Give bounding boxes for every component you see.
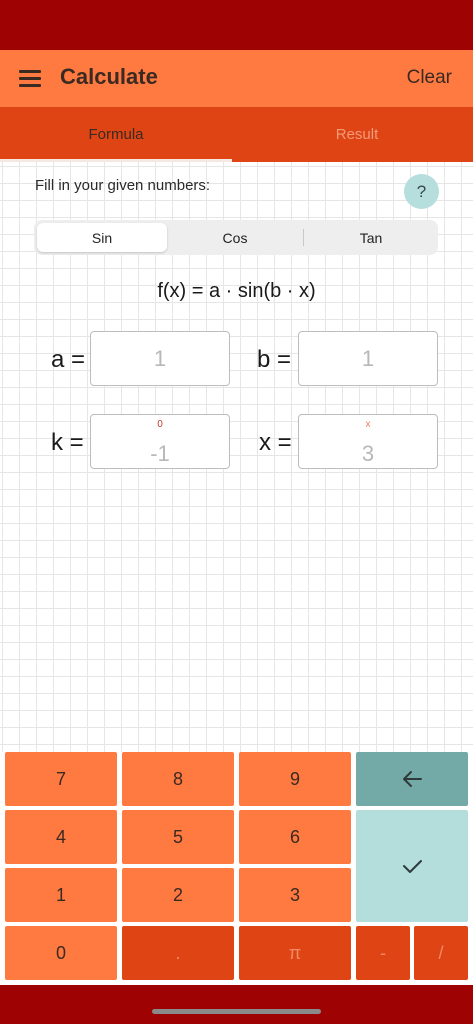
key-5[interactable]: 5 xyxy=(122,810,234,864)
menu-icon[interactable] xyxy=(19,70,41,87)
input-a[interactable]: 1 xyxy=(90,331,230,386)
checkmark-icon xyxy=(403,860,422,873)
label-k: k = xyxy=(51,429,84,456)
label-x: x = xyxy=(259,429,292,456)
input-k-hint: 0 xyxy=(157,419,163,430)
formula-text: f(x) = a · sin(b · x) xyxy=(157,280,316,302)
status-bar xyxy=(0,0,473,50)
tab-formula[interactable]: Formula xyxy=(0,107,232,162)
segment-cos[interactable]: Cos xyxy=(170,223,300,252)
key-7[interactable]: 7 xyxy=(5,752,117,806)
input-b[interactable]: 1 xyxy=(298,331,438,386)
key-decimal[interactable]: . xyxy=(122,926,234,980)
key-pi[interactable]: π xyxy=(239,926,351,980)
key-3[interactable]: 3 xyxy=(239,868,351,922)
home-indicator[interactable] xyxy=(152,1009,321,1014)
input-a-placeholder: 1 xyxy=(153,346,167,371)
key-divide[interactable]: / xyxy=(414,926,468,980)
formula-panel: Fill in your given numbers: ? Sin Cos Ta… xyxy=(0,162,473,752)
input-x-placeholder: 3 xyxy=(361,441,375,466)
key-minus[interactable]: - xyxy=(356,926,410,980)
app-bar: Calculate Clear xyxy=(0,50,473,107)
key-1[interactable]: 1 xyxy=(5,868,117,922)
clear-button[interactable]: Clear xyxy=(407,67,452,89)
input-k-placeholder: -1 xyxy=(150,441,170,466)
key-0[interactable]: 0 xyxy=(5,926,117,980)
key-2[interactable]: 2 xyxy=(122,868,234,922)
tab-bar: Formula Result xyxy=(0,107,473,162)
confirm-key[interactable] xyxy=(356,810,468,922)
input-x-hint: x xyxy=(365,419,371,430)
instruction-text: Fill in your given numbers: xyxy=(35,177,211,194)
key-4[interactable]: 4 xyxy=(5,810,117,864)
function-selector: Sin Cos Tan xyxy=(34,220,438,255)
input-b-placeholder: 1 xyxy=(361,346,375,371)
page-title: Calculate xyxy=(60,64,158,89)
segment-sin[interactable]: Sin xyxy=(37,223,167,252)
label-b: b = xyxy=(257,346,292,373)
segment-divider xyxy=(303,229,304,246)
backspace-key[interactable] xyxy=(356,752,468,806)
input-x[interactable]: x 3 xyxy=(298,414,438,469)
help-button[interactable]: ? xyxy=(404,174,439,209)
key-9[interactable]: 9 xyxy=(239,752,351,806)
input-k[interactable]: 0 -1 xyxy=(90,414,230,469)
segment-tan[interactable]: Tan xyxy=(306,223,436,252)
label-a: a = xyxy=(51,346,86,373)
navigation-bar xyxy=(0,985,473,1024)
keypad: 7 8 9 4 5 6 1 2 3 0 . π - / xyxy=(0,752,473,985)
backspace-arrow-icon xyxy=(403,771,422,787)
tab-result[interactable]: Result xyxy=(241,107,473,162)
key-6[interactable]: 6 xyxy=(239,810,351,864)
key-8[interactable]: 8 xyxy=(122,752,234,806)
